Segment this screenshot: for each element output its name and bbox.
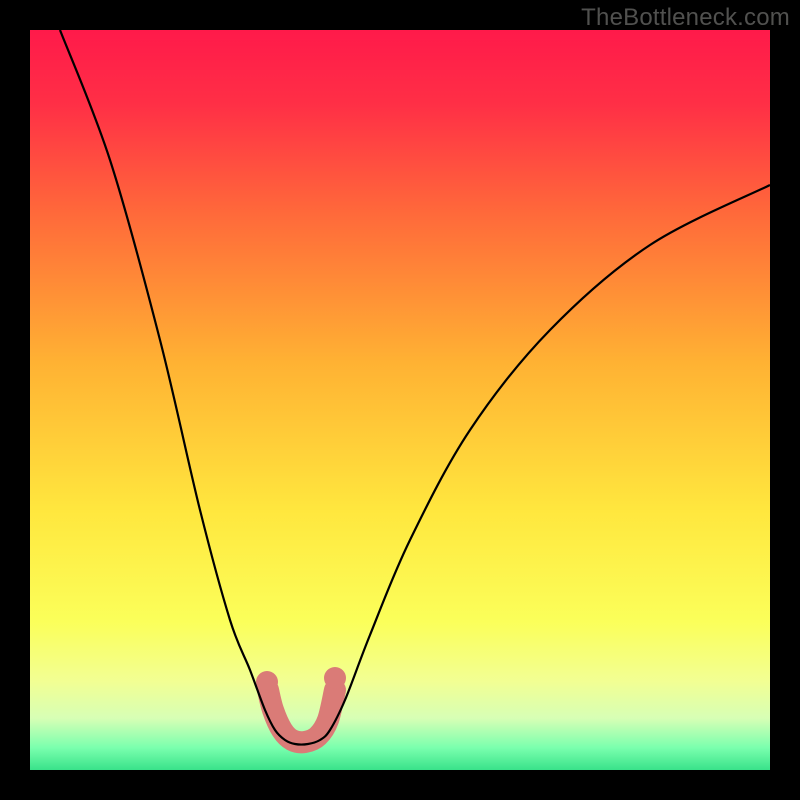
- plot-area: [30, 30, 770, 770]
- bottleneck-curve: [60, 30, 770, 745]
- watermark-label: TheBottleneck.com: [581, 4, 790, 32]
- highlight-dot-left: [256, 671, 278, 693]
- highlight-dot-right: [324, 667, 346, 689]
- curve-layer: [30, 30, 770, 770]
